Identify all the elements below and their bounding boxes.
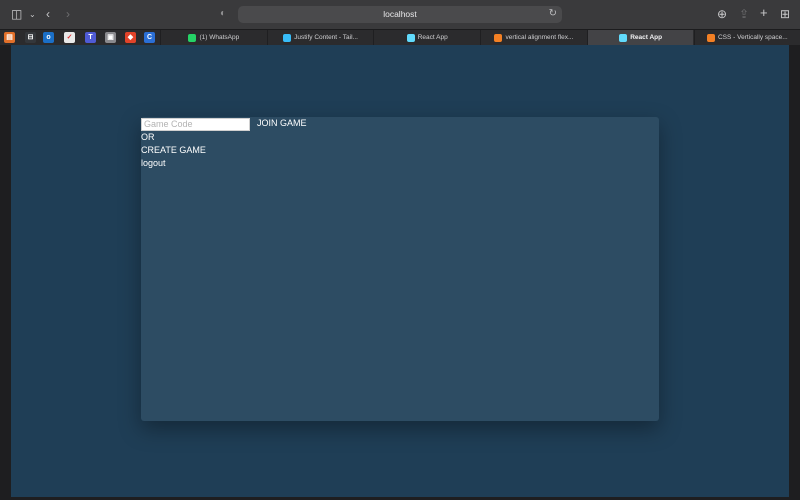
share-icon[interactable]: ⇪: [739, 8, 749, 20]
grey-app-icon[interactable]: ▣: [105, 32, 116, 43]
back-arrow-icon[interactable]: ‹: [46, 8, 50, 20]
red-checklist-icon[interactable]: ✓: [64, 32, 75, 43]
tab-label: React App: [630, 34, 663, 41]
page-viewport: JOIN GAME OR CREATE GAME logout: [11, 45, 789, 497]
tab-label: React App: [417, 34, 448, 41]
chevron-down-icon[interactable]: ⌄: [29, 9, 36, 21]
react-icon: [406, 33, 415, 42]
screen-app-icon[interactable]: ⊟: [25, 32, 36, 43]
browser-toolbar: ◫ ⌄ ‹ › ◐ localhost ↻ ⊕ ⇪ + ⊞: [0, 0, 800, 29]
whatsapp-icon: [188, 33, 197, 42]
url-text: localhost: [383, 9, 417, 19]
download-icon[interactable]: ⊕: [717, 8, 727, 20]
stackoverflow-icon: [494, 33, 503, 42]
browser-tab[interactable]: React App: [586, 30, 694, 45]
favorites-and-tabs-bar: ▤ ⊟ o ✓ T ▣ ◆ C (1) WhatsApp Justify Content - T…: [0, 29, 800, 45]
tab-label: Justify Content - Tail...: [294, 34, 358, 41]
browser-tab[interactable]: vertical alignment flex...: [480, 30, 587, 45]
logout-button[interactable]: logout: [141, 157, 166, 170]
tailwind-icon: [283, 33, 292, 42]
game-lobby-card: JOIN GAME OR CREATE GAME logout: [141, 117, 659, 421]
browser-tab[interactable]: Justify Content - Tail...: [266, 30, 374, 45]
game-code-input[interactable]: [141, 117, 250, 131]
sidebar-toggle-icon[interactable]: ◫: [11, 8, 22, 20]
blue-c-icon[interactable]: C: [144, 32, 155, 43]
privacy-shield-icon[interactable]: ◐: [220, 8, 226, 20]
stackoverflow-icon: [706, 33, 715, 42]
join-game-button[interactable]: JOIN GAME: [257, 117, 307, 131]
forward-arrow-icon[interactable]: ›: [66, 8, 70, 20]
react-icon: [619, 33, 628, 42]
reload-icon[interactable]: ↻: [549, 8, 557, 19]
gitlab-icon[interactable]: ◆: [125, 32, 136, 43]
orange-app-icon[interactable]: ▤: [4, 32, 15, 43]
browser-tab[interactable]: (1) WhatsApp: [160, 30, 267, 45]
tab-label: CSS - Vertically space...: [717, 34, 788, 41]
new-tab-icon[interactable]: +: [760, 6, 768, 19]
or-separator: OR: [141, 132, 155, 142]
tab-label: (1) WhatsApp: [199, 34, 240, 41]
address-bar[interactable]: localhost ↻: [238, 6, 562, 23]
tab-label: vertical alignment flex...: [505, 34, 574, 41]
join-row: JOIN GAME: [141, 117, 307, 131]
create-game-button[interactable]: CREATE GAME: [141, 144, 206, 157]
tab-overview-icon[interactable]: ⊞: [780, 8, 790, 20]
browser-tab[interactable]: CSS - Vertically space...: [693, 30, 800, 45]
teams-icon[interactable]: T: [85, 32, 96, 43]
browser-tab[interactable]: React App: [373, 30, 480, 45]
outlook-icon[interactable]: o: [43, 32, 54, 43]
